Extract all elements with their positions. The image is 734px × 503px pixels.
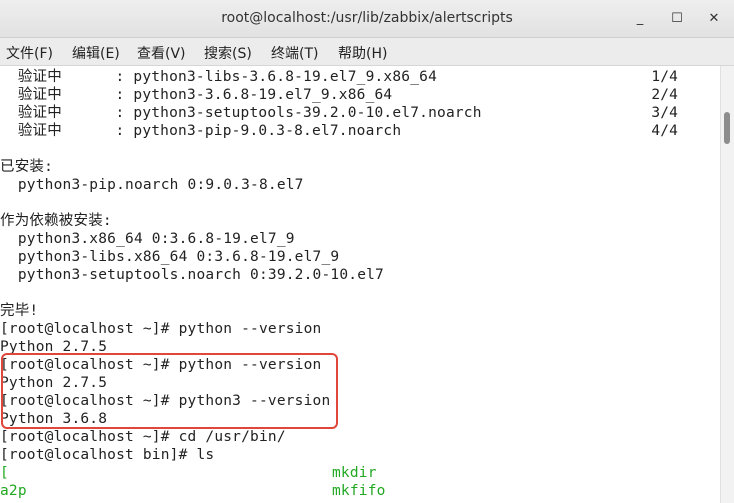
- terminal-line: 验证中 : python3-pip-9.0.3-8.el7.noarch 4/4: [0, 123, 679, 139]
- window-title: root@localhost:/usr/lib/zabbix/alertscri…: [221, 10, 513, 26]
- terminal-line: 验证中 : python3-setuptools-39.2.0-10.el7.n…: [0, 105, 679, 121]
- terminal-line: python3-setuptools.noarch 0:39.2.0-10.el…: [0, 267, 384, 283]
- terminal-line: 验证中 : python3-libs-3.6.8-19.el7_9.x86_64…: [0, 69, 679, 85]
- terminal-line: python3-libs.x86_64 0:3.6.8-19.el7_9: [0, 249, 340, 265]
- menu-view[interactable]: 查看(V): [137, 43, 186, 63]
- terminal-line: [root@localhost bin]# ls: [0, 447, 215, 463]
- highlight-box: [1, 353, 338, 429]
- minimize-icon[interactable]: _: [629, 8, 651, 30]
- ls-entry: mkdir: [332, 465, 377, 481]
- scrollbar-thumb[interactable]: [724, 112, 730, 144]
- menu-edit[interactable]: 编辑(E): [72, 43, 120, 63]
- maximize-icon[interactable]: ☐: [666, 8, 688, 30]
- close-icon[interactable]: ✕: [703, 8, 725, 30]
- menu-help[interactable]: 帮助(H): [338, 43, 387, 63]
- terminal-line: [root@localhost ~]# python --version: [0, 321, 322, 337]
- ls-entry: mkfifo: [332, 483, 386, 499]
- ls-entry: a2p: [0, 483, 27, 499]
- terminal-line: 验证中 : python3-3.6.8-19.el7_9.x86_64 2/4: [0, 87, 679, 103]
- menu-terminal[interactable]: 终端(T): [271, 43, 318, 63]
- terminal-window: root@localhost:/usr/lib/zabbix/alertscri…: [0, 0, 734, 503]
- menu-file[interactable]: 文件(F): [6, 43, 53, 63]
- terminal-line: 已安装:: [0, 159, 54, 175]
- terminal-line: 作为依赖被安装:: [0, 213, 112, 229]
- terminal-line: [root@localhost ~]# cd /usr/bin/: [0, 429, 286, 445]
- menu-bar: 文件(F) 编辑(E) 查看(V) 搜索(S) 终端(T) 帮助(H): [0, 38, 734, 66]
- title-bar[interactable]: root@localhost:/usr/lib/zabbix/alertscri…: [0, 0, 734, 38]
- ls-entry: [: [0, 465, 9, 481]
- terminal-line: 完毕!: [0, 303, 39, 319]
- vertical-scrollbar[interactable]: [720, 66, 734, 503]
- terminal-line: python3.x86_64 0:3.6.8-19.el7_9: [0, 231, 295, 247]
- terminal-line: python3-pip.noarch 0:9.0.3-8.el7: [0, 177, 304, 193]
- terminal-output[interactable]: 验证中 : python3-libs-3.6.8-19.el7_9.x86_64…: [0, 66, 720, 503]
- menu-search[interactable]: 搜索(S): [204, 43, 252, 63]
